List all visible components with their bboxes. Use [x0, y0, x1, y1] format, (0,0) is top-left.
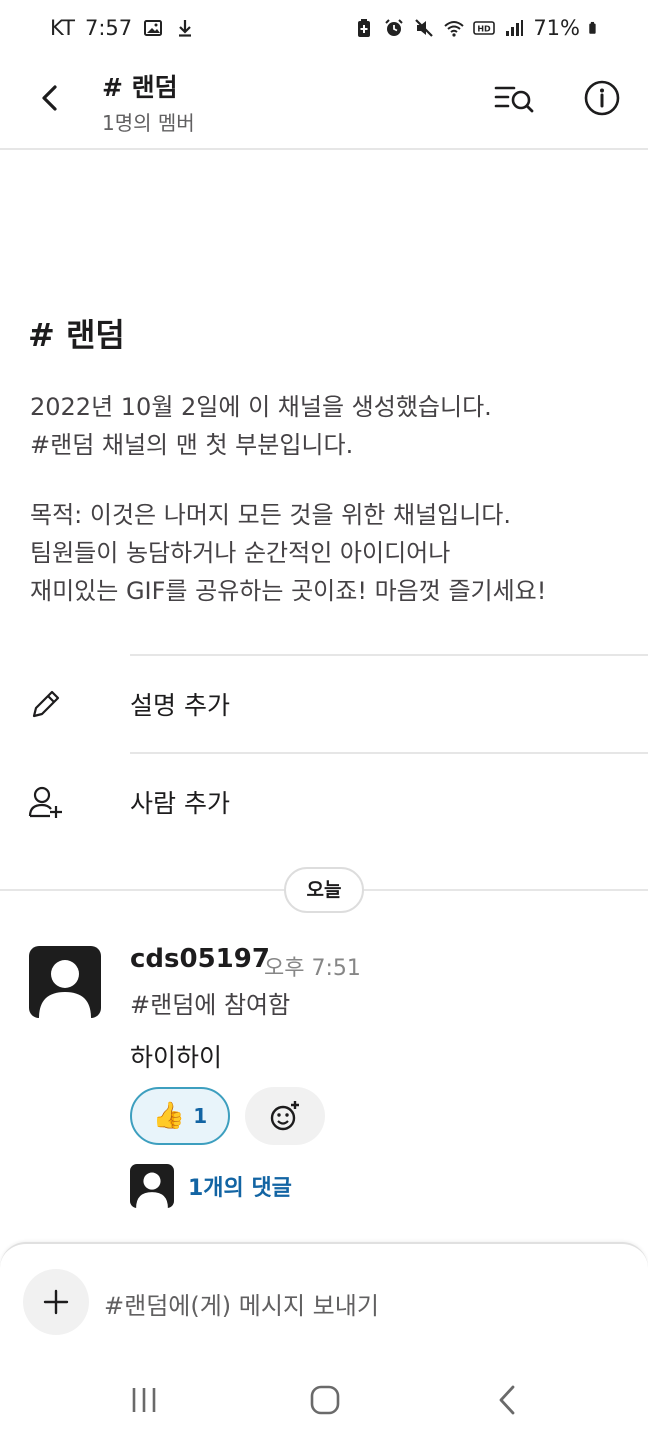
- start-of-channel-line: #랜덤 채널의 맨 첫 부분입니다.: [30, 431, 354, 459]
- thumbs-up-reaction[interactable]: 👍 1: [130, 1087, 230, 1145]
- download-icon: [179, 20, 192, 37]
- add-people-row[interactable]: 사람 추가: [0, 752, 648, 848]
- reply-avatar[interactable]: [130, 1164, 174, 1208]
- search-messages-icon[interactable]: [492, 80, 536, 116]
- divider: [130, 752, 648, 754]
- intro-purpose-text: 목적: 이것은 나머지 모든 것을 위한 채널입니다. 팀원들이 농담하거나 순…: [30, 496, 640, 610]
- image-icon: [144, 20, 163, 36]
- battery-icon: [589, 21, 596, 34]
- default-avatar-icon: [39, 960, 91, 1018]
- intro-channel-title: # 랜덤: [28, 316, 125, 354]
- info-icon[interactable]: [582, 78, 622, 118]
- avatar[interactable]: [29, 946, 101, 1018]
- recent-apps-icon[interactable]: [124, 1380, 164, 1420]
- home-icon[interactable]: [305, 1380, 345, 1420]
- default-avatar-icon: [136, 1172, 168, 1208]
- thread-replies-link[interactable]: 1개의 댓글: [188, 1170, 292, 1202]
- purpose-line: 팀원들이 농담하거나 순간적인 아이디어나: [30, 539, 451, 567]
- add-people-label: 사람 추가: [130, 789, 230, 818]
- divider: [130, 654, 648, 656]
- hd-icon: HD: [473, 21, 496, 35]
- message-composer: #랜덤에(게) 메시지 보내기: [0, 1242, 648, 1362]
- purpose-line: 재미있는 GIF를 공유하는 곳이죠! 마음껏 즐기세요!: [30, 577, 547, 605]
- purpose-line: 목적: 이것은 나머지 모든 것을 위한 채널입니다.: [30, 501, 512, 529]
- message-body[interactable]: 하이하이: [130, 1038, 222, 1074]
- channel-title[interactable]: # 랜덤: [102, 68, 178, 104]
- status-bar: KT 7:57 HD 71%: [0, 0, 648, 60]
- nav-back-icon[interactable]: [488, 1380, 528, 1420]
- add-description-label: 설명 추가: [130, 691, 230, 720]
- back-arrow-icon[interactable]: [30, 78, 70, 118]
- intro-created-text: 2022년 10월 2일에 이 채널을 생성했습니다. #랜덤 채널의 맨 첫 …: [30, 388, 630, 464]
- join-notice: #랜덤에 참여함: [130, 991, 291, 1019]
- message-input[interactable]: #랜덤에(게) 메시지 보내기: [104, 1286, 379, 1321]
- add-reaction-button[interactable]: [245, 1087, 325, 1145]
- pencil-icon: [32, 690, 60, 718]
- plus-icon: [43, 1289, 69, 1315]
- clock: 7:57: [84, 16, 133, 40]
- created-line: 2022년 10월 2일에 이 채널을 생성했습니다.: [30, 393, 492, 421]
- signal-icon: [506, 20, 524, 36]
- system-nav-bar: [0, 1362, 648, 1440]
- battery-percent: 71%: [533, 16, 580, 40]
- mute-icon: [415, 19, 434, 37]
- add-person-icon: [28, 786, 62, 818]
- add-emoji-icon: [270, 1101, 299, 1131]
- alarm-icon: [385, 19, 404, 36]
- date-divider-label[interactable]: 오늘: [284, 867, 364, 913]
- thumbs-up-icon: 👍: [152, 1101, 186, 1131]
- message-timestamp: 오후 7:51: [264, 956, 361, 981]
- member-count[interactable]: 1명의 멤버: [102, 107, 195, 136]
- svg-text:HD: HD: [478, 25, 492, 34]
- carrier-label: KT: [50, 16, 75, 40]
- message-author[interactable]: cds05197: [130, 944, 270, 974]
- reaction-count: 1: [193, 1104, 208, 1128]
- wifi-icon: [444, 21, 464, 37]
- attach-button[interactable]: [23, 1269, 89, 1335]
- channel-header: # 랜덤 1명의 멤버: [0, 60, 648, 150]
- battery-saver-icon: [358, 19, 371, 37]
- add-description-row[interactable]: 설명 추가: [0, 654, 648, 750]
